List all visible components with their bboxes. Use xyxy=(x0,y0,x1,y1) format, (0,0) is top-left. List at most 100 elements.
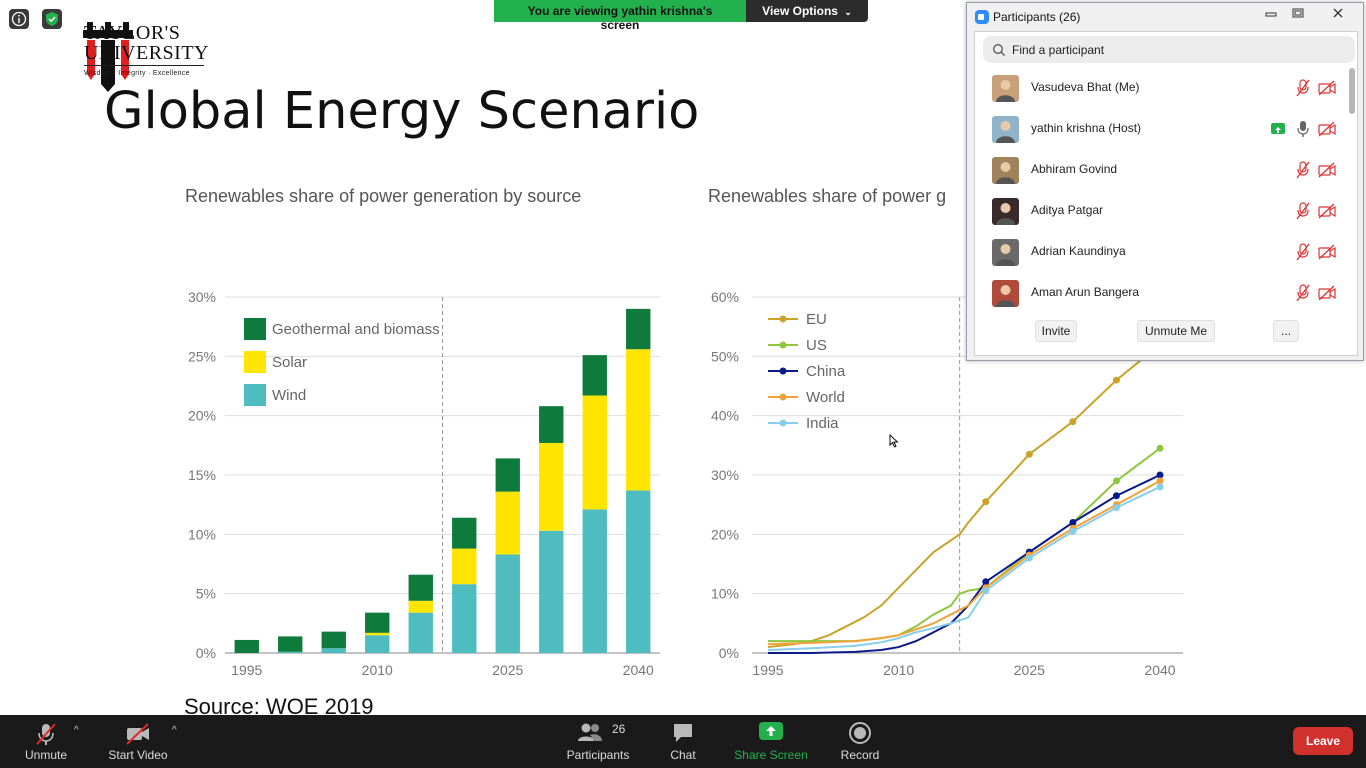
minimize-button[interactable] xyxy=(1260,7,1282,23)
x-tick-label: 1995 xyxy=(231,662,262,678)
participant-row[interactable]: Vasudeva Bhat (Me) xyxy=(975,68,1345,109)
microphone-muted-icon xyxy=(1296,79,1310,102)
unmute-button[interactable]: Unmute xyxy=(16,715,76,768)
participants-scrollbar[interactable] xyxy=(1349,68,1355,114)
bar-segment xyxy=(626,490,651,653)
participant-row[interactable]: yathin krishna (Host) xyxy=(975,109,1345,150)
legend-marker xyxy=(779,367,787,375)
y-tick-label: 20% xyxy=(711,526,739,542)
bar-segment xyxy=(234,639,259,653)
bar-segment xyxy=(582,395,607,510)
y-tick-label: 30% xyxy=(188,289,216,305)
maximize-button[interactable] xyxy=(1287,7,1309,23)
bar-segment xyxy=(452,584,477,653)
audio-options-caret-icon[interactable]: ^ xyxy=(74,725,79,736)
slide-title: Global Energy Scenario xyxy=(104,82,700,141)
renewables-by-source-bar-chart: 0% 5% 10% 15% 20% 25% 30% 1995 2010 2025 2040 Geoth… xyxy=(188,289,660,678)
series-line xyxy=(767,485,1161,652)
data-point xyxy=(1112,376,1120,384)
microphone-muted-icon xyxy=(1296,243,1310,266)
x-tick-label: 1995 xyxy=(752,662,783,678)
video-options-caret-icon[interactable]: ^ xyxy=(172,725,177,736)
participants-window: Participants (26) Find a participant Vas… xyxy=(966,2,1364,361)
y-tick-label: 25% xyxy=(188,348,216,364)
video-off-icon xyxy=(1318,203,1336,224)
bar-segment xyxy=(278,651,303,653)
x-tick-label: 2025 xyxy=(1014,662,1045,678)
participant-row[interactable]: Abhiram Govind xyxy=(975,150,1345,191)
x-tick-label: 2040 xyxy=(1144,662,1175,678)
data-point xyxy=(982,498,990,506)
video-off-icon xyxy=(126,723,149,745)
bar-segment xyxy=(408,612,433,653)
bar-segment xyxy=(582,509,607,653)
close-button[interactable] xyxy=(1327,7,1349,23)
bar-segment xyxy=(539,442,564,531)
participant-row[interactable]: Adrian Kaundinya xyxy=(975,232,1345,273)
bar-segment xyxy=(495,554,520,653)
legend-label: Wind xyxy=(272,387,306,404)
y-tick-label: 10% xyxy=(711,586,739,602)
video-off-icon xyxy=(1318,121,1336,142)
bar-segment xyxy=(452,517,477,549)
chat-label: Chat xyxy=(670,748,696,762)
participant-row[interactable]: Aman Arun Bangera xyxy=(975,273,1345,314)
legend-swatch xyxy=(244,318,266,340)
share-screen-button[interactable]: Share Screen xyxy=(734,715,808,768)
y-tick-label: 30% xyxy=(711,467,739,483)
minimize-icon xyxy=(1265,12,1277,17)
chat-button[interactable]: Chat xyxy=(660,715,706,768)
legend-label: World xyxy=(806,389,845,406)
video-off-icon xyxy=(1318,244,1336,265)
series-line xyxy=(768,447,1161,643)
participant-search-box[interactable]: Find a participant xyxy=(983,36,1355,63)
y-tick-label: 20% xyxy=(188,408,216,424)
start-video-button[interactable]: Start Video xyxy=(104,715,172,768)
leave-meeting-button[interactable]: Leave xyxy=(1293,727,1353,755)
legend-swatch xyxy=(244,384,266,406)
participant-search-input[interactable]: Find a participant xyxy=(1012,43,1104,57)
participant-name: Aman Arun Bangera xyxy=(1031,285,1140,299)
data-point xyxy=(1156,483,1164,491)
y-tick-label: 50% xyxy=(711,348,739,364)
avatar xyxy=(992,116,1019,143)
participants-label: Participants xyxy=(566,748,630,762)
data-point xyxy=(1025,554,1033,562)
legend-label: India xyxy=(806,415,839,432)
record-label: Record xyxy=(840,748,880,762)
participant-row[interactable]: Aditya Patgar xyxy=(975,191,1345,232)
participant-name: Adrian Kaundinya xyxy=(1031,244,1126,258)
data-point xyxy=(1112,492,1120,500)
viewing-screen-label: You are viewing yathin krishna's screen xyxy=(494,0,746,32)
data-point xyxy=(1156,444,1164,452)
microphone-muted-icon xyxy=(1296,284,1310,307)
y-tick-label: 0% xyxy=(196,645,216,661)
unmute-me-button[interactable]: Unmute Me xyxy=(1137,320,1215,342)
legend-swatch xyxy=(244,351,266,373)
y-tick-label: 10% xyxy=(188,526,216,542)
microphone-muted-icon xyxy=(36,723,56,745)
chart1-title: Renewables share of power generation by … xyxy=(185,186,582,206)
legend-marker xyxy=(779,419,787,427)
microphone-muted-icon xyxy=(1296,161,1310,184)
bar-segment xyxy=(582,355,607,396)
bar-segment xyxy=(321,648,346,653)
avatar xyxy=(992,198,1019,225)
chart2-title: Renewables share of power g xyxy=(708,186,947,206)
bar-segment xyxy=(365,612,390,633)
invite-button[interactable]: Invite xyxy=(1035,320,1077,342)
record-button[interactable]: Record xyxy=(834,715,886,768)
x-tick-label: 2010 xyxy=(883,662,914,678)
bar-segment xyxy=(539,530,564,653)
avatar xyxy=(992,157,1019,184)
y-tick-label: 15% xyxy=(188,467,216,483)
record-icon xyxy=(849,722,871,744)
view-options-button[interactable]: View Options ⌄ xyxy=(746,0,868,22)
participants-button[interactable]: 26 Participants xyxy=(564,715,632,768)
bar-segment xyxy=(495,458,520,492)
bar-segment xyxy=(452,548,477,585)
participants-window-title: Participants (26) xyxy=(993,10,1081,24)
series-line xyxy=(768,474,1161,654)
legend-label: EU xyxy=(806,311,827,328)
more-options-button[interactable]: ... xyxy=(1273,320,1299,342)
